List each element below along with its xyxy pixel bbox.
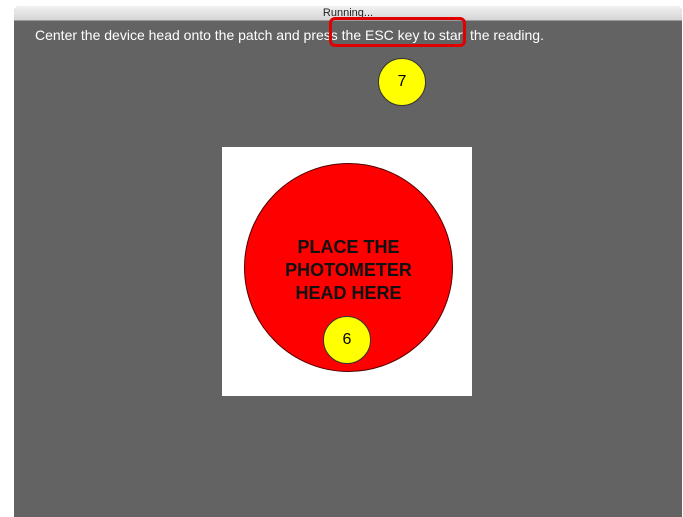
target-instruction: PLACE THE PHOTOMETER HEAD HERE: [245, 236, 452, 305]
instruction-before: Center the device head onto the patch an…: [35, 27, 304, 43]
target-line-1: PLACE THE: [297, 237, 400, 257]
photometer-target-circle: PLACE THE PHOTOMETER HEAD HERE 6: [244, 163, 453, 372]
running-window: Running... Center the device head onto t…: [14, 6, 682, 517]
esc-key-highlight: [329, 17, 466, 47]
step-badge-6: 6: [323, 316, 371, 364]
target-line-2: PHOTOMETER: [285, 260, 412, 280]
measurement-patch: PLACE THE PHOTOMETER HEAD HERE 6: [222, 147, 472, 396]
target-line-3: HEAD HERE: [295, 283, 402, 303]
step-badge-7: 7: [378, 58, 426, 106]
